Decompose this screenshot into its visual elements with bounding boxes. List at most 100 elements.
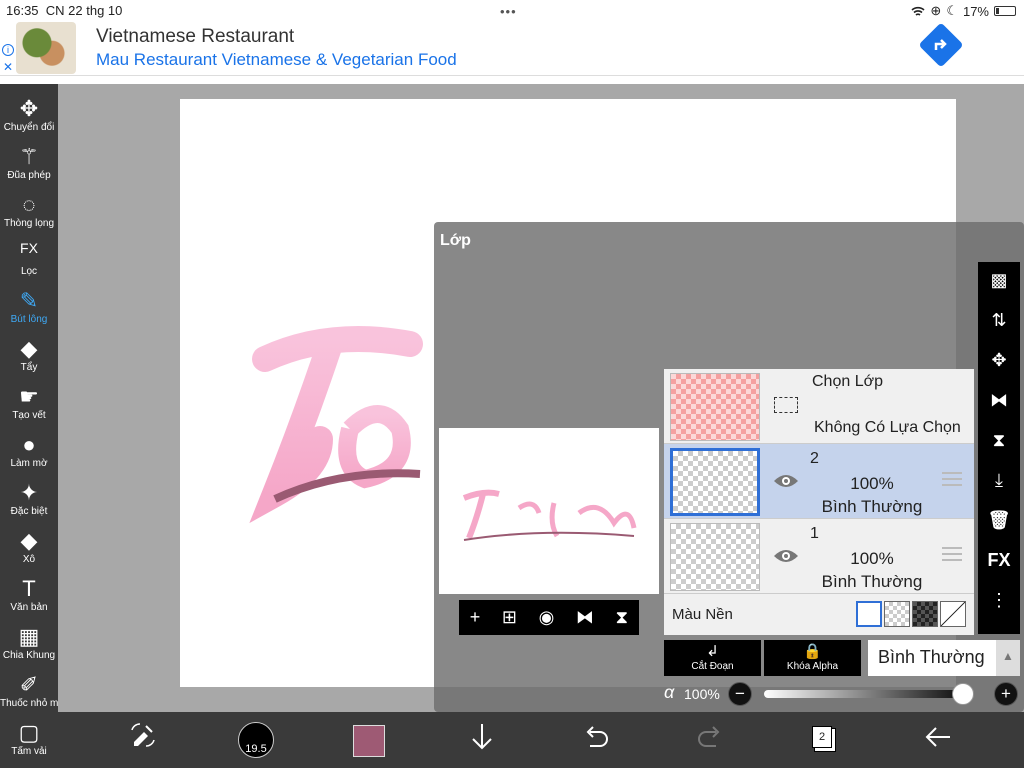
opacity-minus-button[interactable]: −	[728, 682, 752, 706]
battery-icon	[994, 6, 1016, 16]
tool-sidebar: ✥ Chuyển đổi ⚚ Đũa phép ◌ Thòng lọng FX Lọc ✎ Bút…	[0, 84, 67, 768]
canvas-icon: ▢	[18, 720, 40, 745]
tool-bucket[interactable]: ◆ Xô	[0, 524, 58, 572]
bg-checker-swatch[interactable]	[884, 601, 910, 627]
layer-options-row: ↲ Cắt Đoạn 🔒 Khóa Alpha Bình Thường ▲	[664, 640, 1020, 676]
tool-eraser[interactable]: ◆ Tẩy	[0, 332, 58, 380]
opacity-slider-knob[interactable]	[952, 683, 974, 705]
tool-label: Tẩy	[20, 362, 38, 373]
flip-h-icon[interactable]: ⧓	[576, 607, 594, 628]
add-layer-icon[interactable]: +	[470, 607, 481, 628]
tool-label: Lọc	[20, 266, 38, 277]
tool-label: Tấm vải	[11, 746, 47, 757]
opacity-plus-button[interactable]: +	[994, 682, 1018, 706]
more-vertical-icon[interactable]: ⋮	[978, 582, 1020, 622]
status-right: ⊕ ☾ 17%	[911, 3, 1016, 19]
flip-v-icon[interactable]: ⧗	[616, 607, 629, 628]
layer-list: Chọn Lớp Không Có Lựa Chọn 2 100% Bình Thư…	[664, 369, 974, 635]
layers-count-button[interactable]: 2	[812, 726, 832, 748]
layer-thumbnail[interactable]	[670, 523, 760, 591]
bucket-icon: ◆	[20, 528, 38, 553]
tool-label: Xô	[22, 554, 36, 565]
layer-name: 1	[810, 525, 819, 542]
tool-magic-wand[interactable]: ⚚ Đũa phép	[0, 140, 58, 188]
alpha-lock-button[interactable]: 🔒 Khóa Alpha	[764, 640, 861, 676]
ad-info-icon[interactable]: i	[2, 44, 14, 56]
visibility-eye-icon[interactable]	[772, 547, 800, 565]
tool-frame-divider[interactable]: ▦ Chia Khung	[0, 620, 58, 668]
tool-smudge[interactable]: ☛ Tạo vết	[0, 380, 58, 428]
alpha-value: 100%	[684, 686, 720, 702]
tool-brush[interactable]: ✎ Bút lông	[0, 284, 58, 332]
bg-white-swatch[interactable]	[856, 601, 882, 627]
tool-sparkle[interactable]: ✦ Đặc biệt	[0, 476, 58, 524]
layer-thumbnail[interactable]	[670, 448, 760, 516]
tool-label: Bút lông	[10, 314, 48, 325]
brush-size-indicator[interactable]: 19.5	[238, 722, 274, 758]
background-row: Màu Nền	[664, 594, 974, 635]
tool-canvas[interactable]: ▢ Tấm vải	[0, 716, 58, 764]
drag-handle-icon[interactable]	[942, 547, 962, 561]
download-arrow-icon[interactable]	[468, 720, 496, 754]
ad-subtitle[interactable]: Mau Restaurant Vietnamese & Vegetarian F…	[96, 50, 457, 70]
ad-banner[interactable]: i ✕ Vietnamese Restaurant Mau Restaurant…	[0, 20, 1024, 76]
preview-artwork	[462, 489, 637, 541]
undo-icon[interactable]	[582, 720, 610, 754]
bottom-toolbar: 19.5 2	[58, 712, 1024, 768]
layer-opacity: 100%	[850, 474, 894, 493]
bg-none-swatch[interactable]	[940, 601, 966, 627]
smudge-icon: ☛	[19, 384, 39, 409]
tool-label: Đặc biệt	[10, 506, 48, 517]
location-icon: ⊕	[930, 3, 942, 18]
tool-eyedropper[interactable]: ✐ Thuốc nhỏ mắt	[0, 668, 67, 716]
directions-arrow-icon[interactable]	[918, 22, 964, 68]
clip-button[interactable]: ↲ Cắt Đoạn	[664, 640, 761, 676]
alpha-lock-label: Khóa Alpha	[786, 661, 839, 672]
tool-blur-drop[interactable]: ● Làm mờ	[0, 428, 58, 476]
fx-filter-icon: FX	[20, 240, 38, 256]
flip-horizontal-icon[interactable]: ⧓	[978, 382, 1020, 422]
tool-text[interactable]: T Văn bản	[0, 572, 58, 620]
tool-label: Thuốc nhỏ mắt	[0, 698, 67, 709]
selection-layer-thumbnail[interactable]	[670, 373, 760, 441]
trash-icon[interactable]: 🗑	[978, 502, 1020, 542]
duplicate-layer-icon[interactable]: ⊞	[502, 607, 517, 628]
selection-layer-row[interactable]: Chọn Lớp Không Có Lựa Chọn	[664, 369, 974, 444]
tool-label: Làm mờ	[10, 458, 48, 469]
current-color-swatch[interactable]	[353, 725, 385, 757]
layer-row-1[interactable]: 1 100% Bình Thường	[664, 519, 974, 594]
bg-dark-checker-swatch[interactable]	[912, 601, 938, 627]
blur-drop-icon: ●	[22, 432, 36, 457]
tool-lasso[interactable]: ◌ Thòng lọng	[0, 188, 58, 236]
opacity-row: α 100% − +	[664, 680, 1020, 708]
multitask-dots-icon[interactable]: •••	[500, 4, 517, 19]
visibility-eye-icon[interactable]	[772, 472, 800, 490]
back-arrow-icon[interactable]	[922, 720, 954, 754]
ad-food-image[interactable]	[16, 22, 76, 74]
status-time-date: 16:35 CN 22 thg 10	[6, 3, 123, 18]
ad-title[interactable]: Vietnamese Restaurant	[96, 26, 294, 48]
layer-transfer-icon[interactable]: ⇅	[978, 302, 1020, 342]
layer-row-2[interactable]: 2 100% Bình Thường	[664, 444, 974, 519]
redo-icon[interactable]	[696, 720, 724, 754]
fx-icon[interactable]: FX	[978, 542, 1020, 582]
ad-close-icon[interactable]: ✕	[3, 60, 13, 74]
camera-icon[interactable]: ◉	[539, 607, 555, 628]
transparent-bg-icon[interactable]: ▩	[978, 262, 1020, 302]
brush-eraser-swap-icon[interactable]	[128, 720, 158, 750]
merge-down-icon[interactable]: ⤓	[978, 462, 1020, 502]
tool-move[interactable]: ✥ Chuyển đổi	[0, 92, 58, 140]
wifi-icon	[911, 6, 925, 16]
blend-arrow-icon[interactable]: ▲	[996, 640, 1020, 676]
move-icon: ✥	[19, 96, 39, 121]
eraser-icon: ◆	[20, 336, 38, 361]
tool-fx-filter[interactable]: FX Lọc	[0, 236, 58, 284]
opacity-slider[interactable]	[764, 683, 974, 705]
move-layer-icon[interactable]: ✥	[978, 342, 1020, 382]
tool-label: Chia Khung	[2, 650, 56, 661]
drag-handle-icon[interactable]	[942, 472, 962, 486]
blend-mode-select[interactable]: Bình Thường ▲	[868, 640, 1020, 676]
tool-label: Tạo vết	[12, 410, 46, 421]
battery-percent: 17%	[962, 3, 989, 19]
flip-vertical-icon[interactable]: ⧗	[978, 422, 1020, 462]
